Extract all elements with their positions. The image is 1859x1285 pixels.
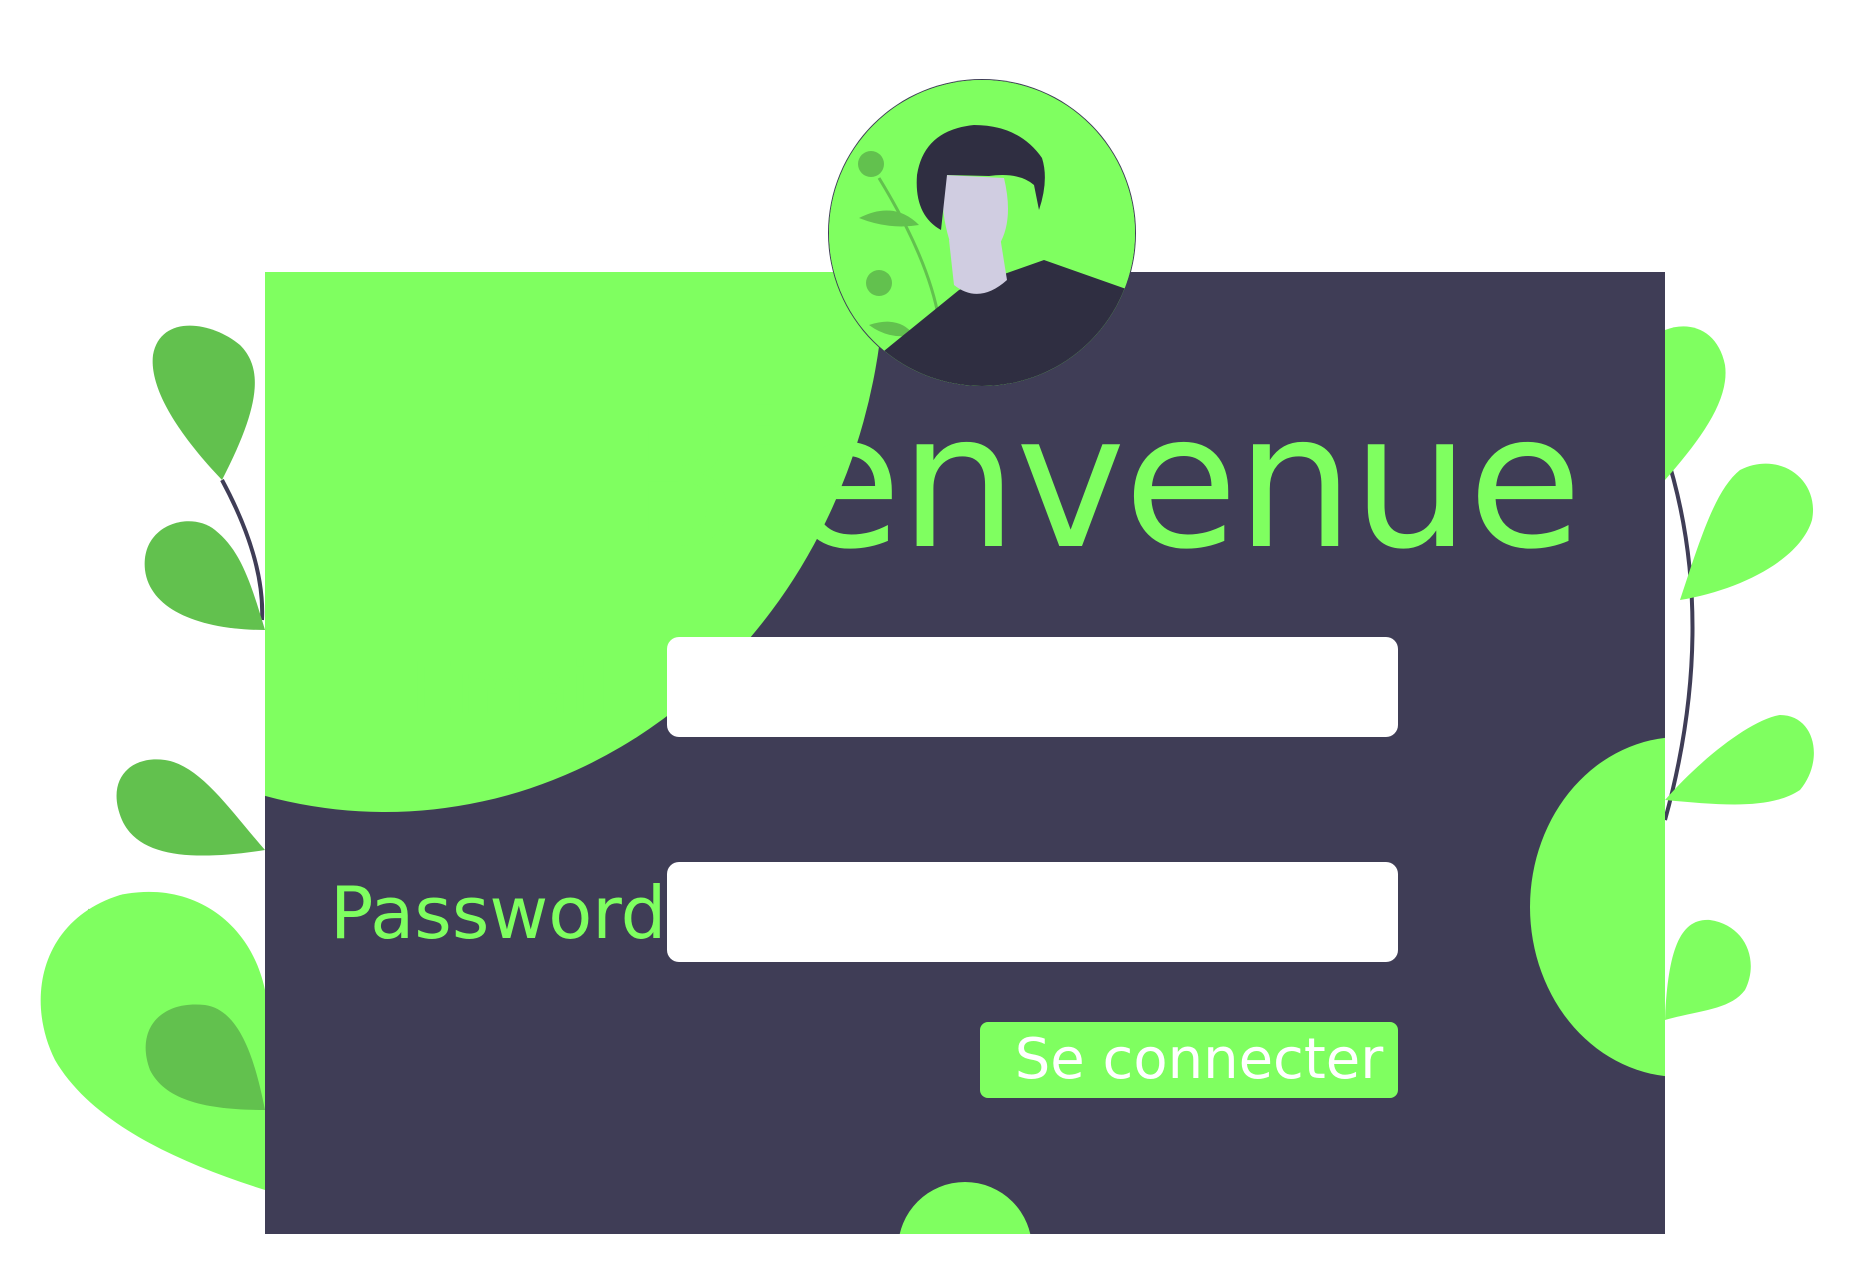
email-label: Email <box>410 646 610 730</box>
bottom-blob <box>898 1182 1032 1234</box>
leaf-right-1 <box>1665 326 1726 480</box>
side-blob <box>1530 737 1665 1077</box>
leaf-left-3 <box>116 759 265 856</box>
right-stem <box>1663 449 1695 821</box>
leaf-right-2 <box>1680 463 1814 600</box>
email-field[interactable] <box>667 637 1398 737</box>
dot <box>866 270 892 296</box>
login-button[interactable]: Se connecter <box>980 1022 1398 1098</box>
leaf-left-1 <box>152 325 255 480</box>
avatar-face <box>942 175 1008 253</box>
dot <box>858 151 884 177</box>
page-title: Bienvenue <box>612 373 1582 590</box>
password-field[interactable] <box>667 862 1398 962</box>
leaf-right-3 <box>1665 715 1814 805</box>
avatar-illustration <box>829 80 1135 386</box>
password-label: Password <box>330 871 667 955</box>
user-avatar-icon <box>829 80 1135 386</box>
leaf-right-4 <box>1665 919 1751 1020</box>
